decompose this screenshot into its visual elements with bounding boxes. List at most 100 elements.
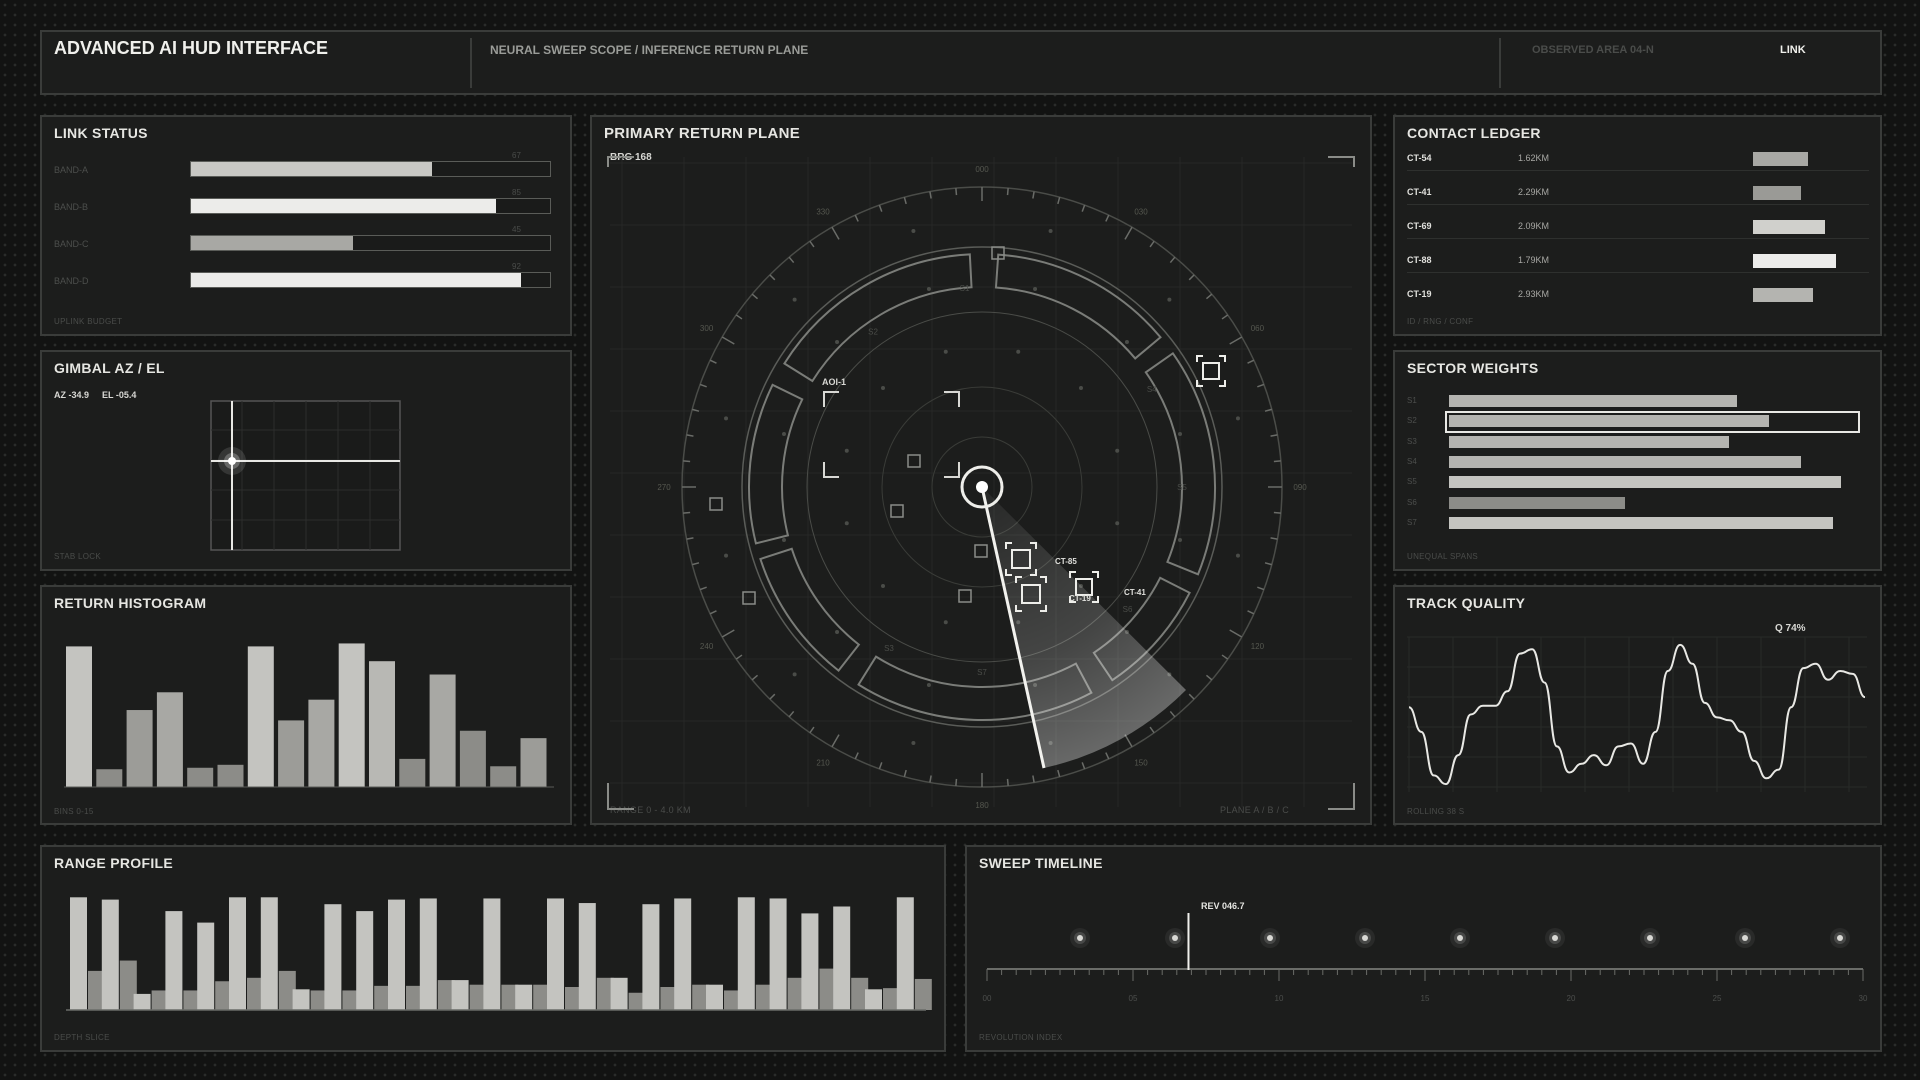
- scope-tick: [831, 226, 840, 240]
- scope-dot: [911, 229, 916, 234]
- sector-weight-bar[interactable]: [1449, 496, 1625, 509]
- ledger-id[interactable]: CT-54: [1407, 153, 1432, 163]
- scope-tick: [1257, 383, 1265, 388]
- sweep-event-dot: [1742, 935, 1748, 941]
- scope-tick: [809, 240, 815, 248]
- band-value: 67: [512, 151, 521, 160]
- sweep-event-dot: [1552, 935, 1558, 941]
- bearing-label: 000: [975, 165, 989, 174]
- range-profile-bar: [388, 899, 405, 1010]
- scope-tick: [735, 654, 743, 660]
- header-subtitle: NEURAL SWEEP SCOPE / INFERENCE RETURN PL…: [490, 43, 809, 57]
- scope-tick: [929, 775, 932, 783]
- bearing-label: 060: [1251, 324, 1265, 333]
- scope-dot: [1124, 340, 1129, 345]
- scope-tick: [1273, 511, 1281, 514]
- scope-dot: [1048, 229, 1053, 234]
- scope-tick: [788, 710, 795, 718]
- scope-tick: [769, 274, 776, 281]
- scope-tick: [878, 204, 883, 212]
- ledger-id[interactable]: CT-88: [1407, 255, 1432, 265]
- sector-weights-title: SECTOR WEIGHTS: [1407, 360, 1539, 376]
- band-value: 92: [512, 262, 521, 271]
- contact-ct85-label: CT-85: [1055, 557, 1077, 566]
- scope-tick: [854, 752, 859, 760]
- range-profile-bar: [419, 898, 437, 1010]
- band-value: 85: [512, 188, 521, 197]
- sector-weight-bar[interactable]: [1449, 516, 1833, 529]
- scope-dot: [943, 620, 948, 625]
- sweep-tick-label: 00: [983, 994, 992, 1003]
- scope-tick: [1229, 629, 1243, 638]
- scope-tick: [735, 314, 743, 320]
- ledger-id[interactable]: CT-41: [1407, 187, 1432, 197]
- sweep-tick-label: 30: [1859, 994, 1868, 1003]
- scope-dot: [835, 629, 840, 634]
- gimbal-title: GIMBAL AZ / EL: [54, 360, 165, 376]
- range-profile-bar: [229, 897, 246, 1010]
- range-profile-bar: [642, 904, 660, 1010]
- scope-dot: [1167, 297, 1172, 302]
- sector-label: S1: [960, 284, 970, 293]
- range-profile-bar: [260, 897, 278, 1010]
- scope-tick: [1169, 256, 1176, 264]
- header-bar: ADVANCED AI HUD INTERFACE NEURAL SWEEP S…: [40, 30, 1882, 95]
- link-status-panel: LINK STATUS BAND-A 67 BAND-B 85 BAND-C 45 BAND…: [40, 115, 572, 336]
- sector-weight-bar[interactable]: [1449, 435, 1729, 448]
- scope-tick: [1247, 610, 1255, 615]
- scope-tick: [1257, 586, 1265, 591]
- band-label: BAND-B: [54, 202, 89, 212]
- track-quality-line: [1408, 643, 1866, 786]
- histogram-footer: BINS 0-15: [54, 807, 94, 816]
- scope-tick: [751, 674, 759, 681]
- scope-dot: [724, 553, 729, 558]
- sweep-timeline-chart[interactable]: REV 046.7 00 05 10 15 20 25 30: [967, 847, 1880, 1050]
- sweep-event-dot: [1837, 935, 1843, 941]
- histogram-panel: RETURN HISTOGRAM BINS 0-15: [40, 585, 572, 825]
- bearing-label: 120: [1251, 642, 1265, 651]
- scope-tick: [1188, 274, 1195, 281]
- scope-tick: [1205, 293, 1213, 300]
- ledger-row-divider: [1407, 238, 1869, 239]
- histogram-bar: [338, 643, 365, 787]
- range-profile-bar: [133, 993, 151, 1010]
- sweep-event-dot: [1267, 935, 1273, 941]
- histogram-chart: [64, 643, 554, 788]
- scope-dot: [881, 583, 886, 588]
- sector-weight-label: S4: [1407, 456, 1417, 466]
- range-profile-bar: [515, 984, 533, 1010]
- link-status-title: LINK STATUS: [54, 125, 148, 141]
- scope-dot: [792, 672, 797, 677]
- observed-area: OBSERVED AREA 04-N: [1532, 44, 1654, 56]
- ledger-id[interactable]: CT-69: [1407, 221, 1432, 231]
- scope-tick: [709, 359, 717, 364]
- gimbal-plot[interactable]: [210, 400, 402, 552]
- header-divider-2: [1499, 38, 1501, 88]
- range-profile-bar: [801, 913, 819, 1010]
- link-button[interactable]: LINK: [1780, 44, 1806, 56]
- bearing-label: 030: [1134, 208, 1148, 217]
- scope-tick: [1264, 562, 1272, 566]
- band-fill: [191, 199, 497, 213]
- scope-center-dot: [976, 481, 988, 493]
- scope-dot: [1235, 553, 1240, 558]
- scope-tick: [903, 769, 907, 777]
- ledger-confidence-bar: [1753, 254, 1836, 268]
- range-profile-bar: [769, 898, 787, 1010]
- histogram-bar: [308, 699, 335, 787]
- ledger-id[interactable]: CT-19: [1407, 289, 1432, 299]
- scope-tick: [1006, 778, 1009, 786]
- contact-ledger-panel: CONTACT LEDGER CT-54 1.62KM CT-41 2.29KM CT-…: [1393, 115, 1882, 336]
- radar-scope[interactable]: 000 030 060 090 120 150 180 210 240 270 300 330 S1 S…: [592, 117, 1370, 823]
- sweep-event-dot: [1077, 935, 1083, 941]
- range-profile-secondary-bar: [914, 978, 932, 1010]
- sector-weight-bar[interactable]: [1449, 455, 1801, 468]
- sector-weight-bar[interactable]: [1449, 476, 1841, 489]
- ledger-confidence-bar: [1753, 186, 1801, 200]
- scope-dot: [781, 538, 786, 543]
- band-label: BAND-A: [54, 165, 89, 175]
- bearing-label: 150: [1134, 758, 1148, 767]
- range-profile-bar: [674, 898, 692, 1010]
- band-label: BAND-C: [54, 239, 89, 249]
- sector-weight-bar[interactable]: [1449, 395, 1737, 407]
